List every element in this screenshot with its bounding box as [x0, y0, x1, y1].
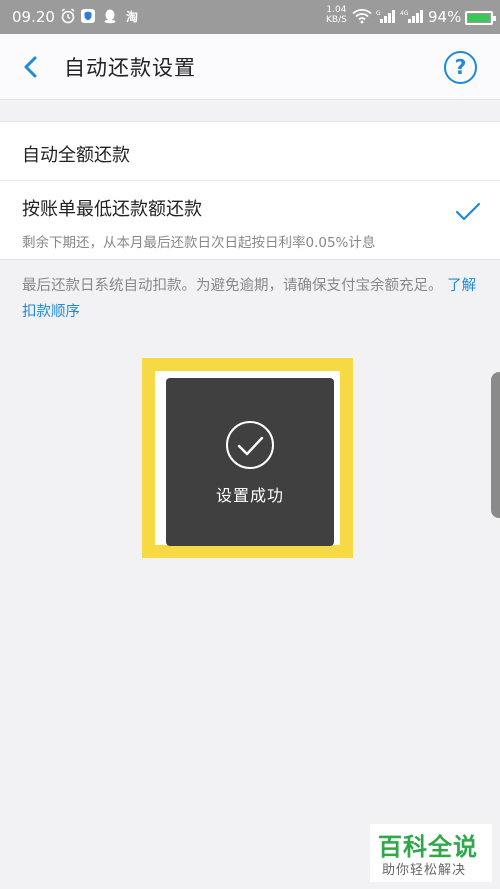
svg-text:淘: 淘 — [126, 9, 138, 24]
auto-deduction-note: 最后还款日系统自动扣款。为避免逾期，请确保支付宝余额充足。 了解扣款顺序 — [22, 273, 482, 325]
nav-header: 自动还款设置 ? — [0, 34, 500, 100]
battery-icon — [465, 11, 496, 25]
option-minimum-repayment[interactable]: 按账单最低还款额还款 剩余下期还，从本月最后还款日次日起按日利率0.05%计息 — [0, 181, 500, 261]
qq-penguin-icon — [102, 8, 118, 29]
network-speed-unit: KB/S — [326, 15, 347, 25]
note-text: 最后还款日系统自动扣款。为避免逾期，请确保支付宝余额充足。 — [22, 278, 443, 294]
option-minimum-repayment-desc: 剩余下期还，从本月最后还款日次日起按日利率0.05%计息 — [22, 235, 376, 251]
taobao-icon: 淘 — [126, 8, 142, 29]
shield-app-icon — [80, 8, 96, 29]
success-toast: 设置成功 — [166, 378, 334, 546]
option-minimum-repayment-label: 按账单最低还款额还款 — [22, 199, 202, 220]
signal-icon: G — [376, 8, 396, 29]
repayment-options: 自动全额还款 按账单最低还款额还款 剩余下期还，从本月最后还款日次日起按日利率0… — [0, 121, 500, 260]
network-speed-value: 1.04 — [326, 5, 347, 15]
svg-text:4G: 4G — [400, 10, 409, 17]
network-speed: 1.04 KB/S — [326, 5, 347, 25]
watermark-subtitle: 助你轻松解决 — [382, 863, 467, 878]
option-full-repayment[interactable]: 自动全额还款 — [0, 122, 500, 181]
signal-4g-icon: 4G — [400, 8, 424, 29]
wifi-icon — [352, 8, 372, 29]
check-circle-icon — [226, 421, 274, 469]
toast-message: 设置成功 — [215, 486, 284, 505]
status-bar: 09.20 淘 1.04 KB/S G 4G 94% — [0, 0, 500, 34]
battery-percent: 94% — [428, 8, 462, 26]
page-title: 自动还款设置 — [64, 56, 196, 80]
checkmark-icon — [455, 202, 481, 221]
svg-text:G: G — [376, 10, 381, 17]
edge-drag-handle[interactable] — [491, 372, 500, 518]
question-icon: ? — [454, 55, 467, 79]
option-full-repayment-label: 自动全额还款 — [22, 145, 130, 166]
back-button[interactable] — [16, 52, 46, 82]
watermark-title: 百科全说 — [378, 833, 478, 861]
watermark-logo: 百科全说 助你轻松解决 — [370, 824, 492, 882]
chevron-left-icon — [24, 56, 37, 78]
help-button[interactable]: ? — [444, 51, 477, 84]
alarm-icon — [60, 8, 76, 29]
status-time: 09.20 — [12, 8, 55, 26]
